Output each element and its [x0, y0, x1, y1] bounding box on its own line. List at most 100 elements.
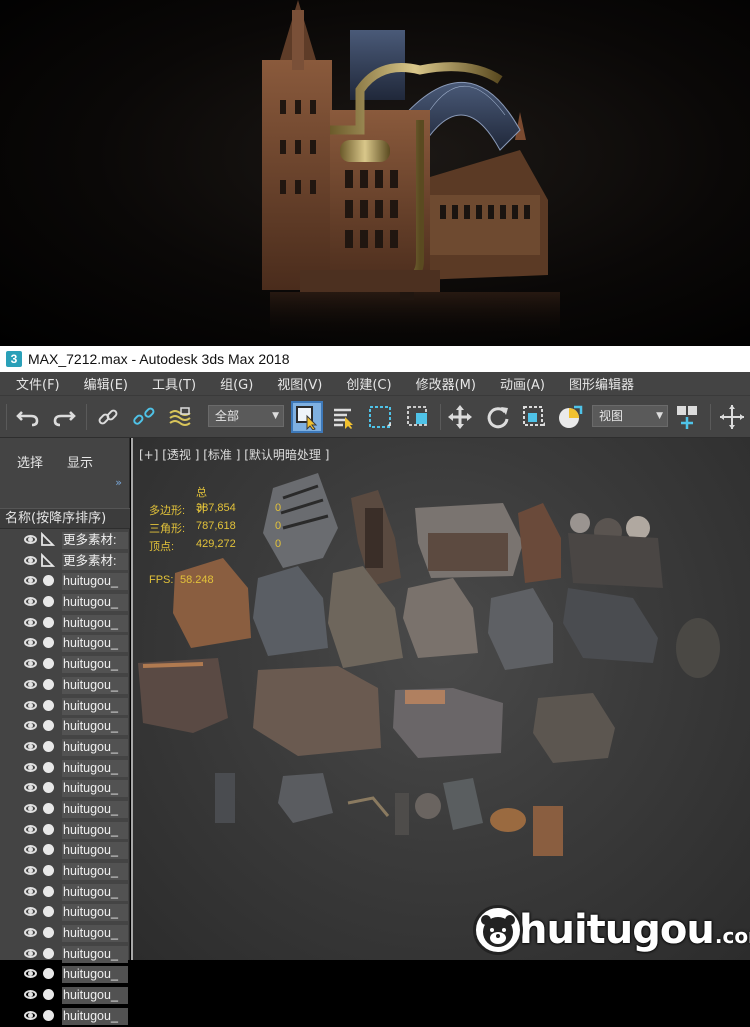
scene-object-name[interactable]: huitugou_	[62, 904, 128, 922]
scene-object-row[interactable]: huitugou_	[0, 861, 130, 882]
menu-edit[interactable]: 编辑(E)	[84, 374, 128, 393]
visibility-eye-icon[interactable]	[24, 907, 37, 917]
window-crossing-button[interactable]	[404, 403, 432, 431]
menu-modifiers[interactable]: 修改器(M)	[416, 374, 476, 393]
scene-object-row[interactable]: huitugou_	[0, 799, 130, 820]
visibility-eye-icon[interactable]	[24, 783, 37, 793]
rectangular-selection-button[interactable]	[366, 403, 394, 431]
rotate-button[interactable]	[484, 403, 512, 431]
scene-object-name[interactable]: 更多素材:	[62, 552, 128, 570]
visibility-eye-icon[interactable]	[24, 659, 37, 669]
select-by-name-button[interactable]	[330, 403, 358, 431]
visibility-eye-icon[interactable]	[24, 535, 37, 544]
scene-object-row[interactable]: huitugou_	[0, 758, 130, 779]
scene-object-name[interactable]: huitugou_	[62, 594, 128, 612]
scene-object-row[interactable]: huitugou_	[0, 654, 130, 675]
scene-object-name[interactable]: huitugou_	[62, 925, 128, 943]
visibility-eye-icon[interactable]	[24, 969, 37, 979]
placement-button[interactable]	[556, 403, 584, 431]
visibility-eye-icon[interactable]	[24, 638, 37, 648]
scene-object-name[interactable]: huitugou_	[62, 614, 128, 632]
link-button[interactable]	[94, 403, 122, 431]
visibility-eye-icon[interactable]	[24, 990, 37, 1000]
menu-file[interactable]: 文件(F)	[16, 374, 60, 393]
scene-object-row[interactable]: huitugou_	[0, 778, 130, 799]
visibility-eye-icon[interactable]	[24, 824, 37, 834]
undo-button[interactable]	[14, 403, 42, 431]
scene-object-name[interactable]: huitugou_	[62, 800, 128, 818]
selection-filter-dropdown[interactable]: 全部 ▼	[208, 405, 284, 427]
visibility-eye-icon[interactable]	[24, 1010, 37, 1020]
scene-object-name[interactable]: huitugou_	[62, 821, 128, 839]
visibility-eye-icon[interactable]	[24, 721, 37, 731]
visibility-eye-icon[interactable]	[24, 576, 37, 586]
menu-view[interactable]: 视图(V)	[277, 374, 322, 393]
visibility-eye-icon[interactable]	[24, 555, 37, 565]
menu-group[interactable]: 组(G)	[220, 374, 253, 393]
scene-object-name[interactable]: 更多素材:	[62, 532, 128, 549]
scene-object-row[interactable]: huitugou_	[0, 592, 130, 613]
visibility-eye-icon[interactable]	[24, 741, 37, 751]
scene-object-name[interactable]: huitugou_	[62, 863, 128, 880]
visibility-eye-icon[interactable]	[24, 700, 37, 710]
scene-object-name[interactable]: huitugou_	[62, 635, 128, 653]
scene-object-row[interactable]: 更多素材:	[0, 530, 130, 551]
scene-object-name[interactable]: huitugou_	[62, 676, 128, 694]
scene-object-name[interactable]: huitugou_	[62, 1007, 128, 1025]
pivot-button[interactable]	[674, 403, 702, 431]
tab-select[interactable]: 选择	[17, 452, 43, 471]
name-column-header[interactable]: 名称(按降序排序)	[0, 508, 130, 529]
scene-object-row[interactable]: huitugou_	[0, 633, 130, 654]
visibility-eye-icon[interactable]	[24, 948, 37, 958]
select-object-button[interactable]	[291, 401, 323, 433]
visibility-eye-icon[interactable]	[24, 597, 37, 607]
scene-object-name[interactable]: huitugou_	[62, 966, 128, 984]
scene-object-row[interactable]: huitugou_	[0, 820, 130, 841]
more-chevron-icon[interactable]: »	[115, 476, 122, 489]
scene-object-row[interactable]: huitugou_	[0, 716, 130, 737]
scene-object-row[interactable]: 更多素材:	[0, 551, 130, 572]
move-button[interactable]	[446, 403, 474, 431]
scene-object-row[interactable]: huitugou_	[0, 737, 130, 758]
scene-object-name[interactable]: huitugou_	[62, 697, 128, 715]
menu-animation[interactable]: 动画(A)	[500, 374, 545, 393]
tab-display[interactable]: 显示	[67, 452, 93, 471]
scene-object-row[interactable]: huitugou_	[0, 882, 130, 903]
scene-object-name[interactable]: huitugou_	[62, 656, 128, 674]
scene-object-row[interactable]: huitugou_	[0, 964, 130, 985]
viewport-label-menu[interactable]: [+] [透视 ] [标准 ] [默认明暗处理 ]	[139, 446, 329, 463]
visibility-eye-icon[interactable]	[24, 845, 37, 855]
scene-object-name[interactable]: huitugou_	[62, 759, 128, 777]
reference-coordinate-dropdown[interactable]: 视图 ▼	[592, 405, 668, 427]
unlink-button[interactable]	[130, 403, 158, 431]
visibility-eye-icon[interactable]	[24, 762, 37, 772]
scene-object-row[interactable]: huitugou_	[0, 675, 130, 696]
scene-object-name[interactable]: huitugou_	[62, 842, 128, 860]
scene-object-row[interactable]: huitugou_	[0, 613, 130, 634]
scene-object-name[interactable]: huitugou_	[62, 883, 128, 901]
menu-tools[interactable]: 工具(T)	[152, 374, 196, 393]
scene-object-name[interactable]: huitugou_	[62, 573, 128, 591]
visibility-eye-icon[interactable]	[24, 617, 37, 627]
scene-object-row[interactable]: huitugou_	[0, 840, 130, 861]
scene-object-row[interactable]: huitugou_	[0, 985, 130, 1006]
scene-object-row[interactable]: huitugou_	[0, 902, 130, 923]
visibility-eye-icon[interactable]	[24, 679, 37, 689]
scene-object-name[interactable]: huitugou_	[62, 738, 128, 756]
scene-object-row[interactable]: huitugou_	[0, 944, 130, 965]
scene-object-name[interactable]: huitugou_	[62, 945, 128, 963]
scene-object-name[interactable]: huitugou_	[62, 987, 128, 1005]
scene-object-name[interactable]: huitugou_	[62, 780, 128, 798]
scene-object-row[interactable]: huitugou_	[0, 923, 130, 944]
scene-object-row[interactable]: huitugou_	[0, 1006, 130, 1027]
bind-spacewarp-button[interactable]	[166, 403, 194, 431]
scene-object-row[interactable]: huitugou_	[0, 696, 130, 717]
scale-button[interactable]	[520, 403, 548, 431]
visibility-eye-icon[interactable]	[24, 803, 37, 813]
menu-graph-editors[interactable]: 图形编辑器	[569, 374, 634, 393]
redo-button[interactable]	[50, 403, 78, 431]
visibility-eye-icon[interactable]	[24, 866, 37, 875]
scene-object-name[interactable]: huitugou_	[62, 718, 128, 736]
visibility-eye-icon[interactable]	[24, 886, 37, 896]
scene-object-row[interactable]: huitugou_	[0, 571, 130, 592]
